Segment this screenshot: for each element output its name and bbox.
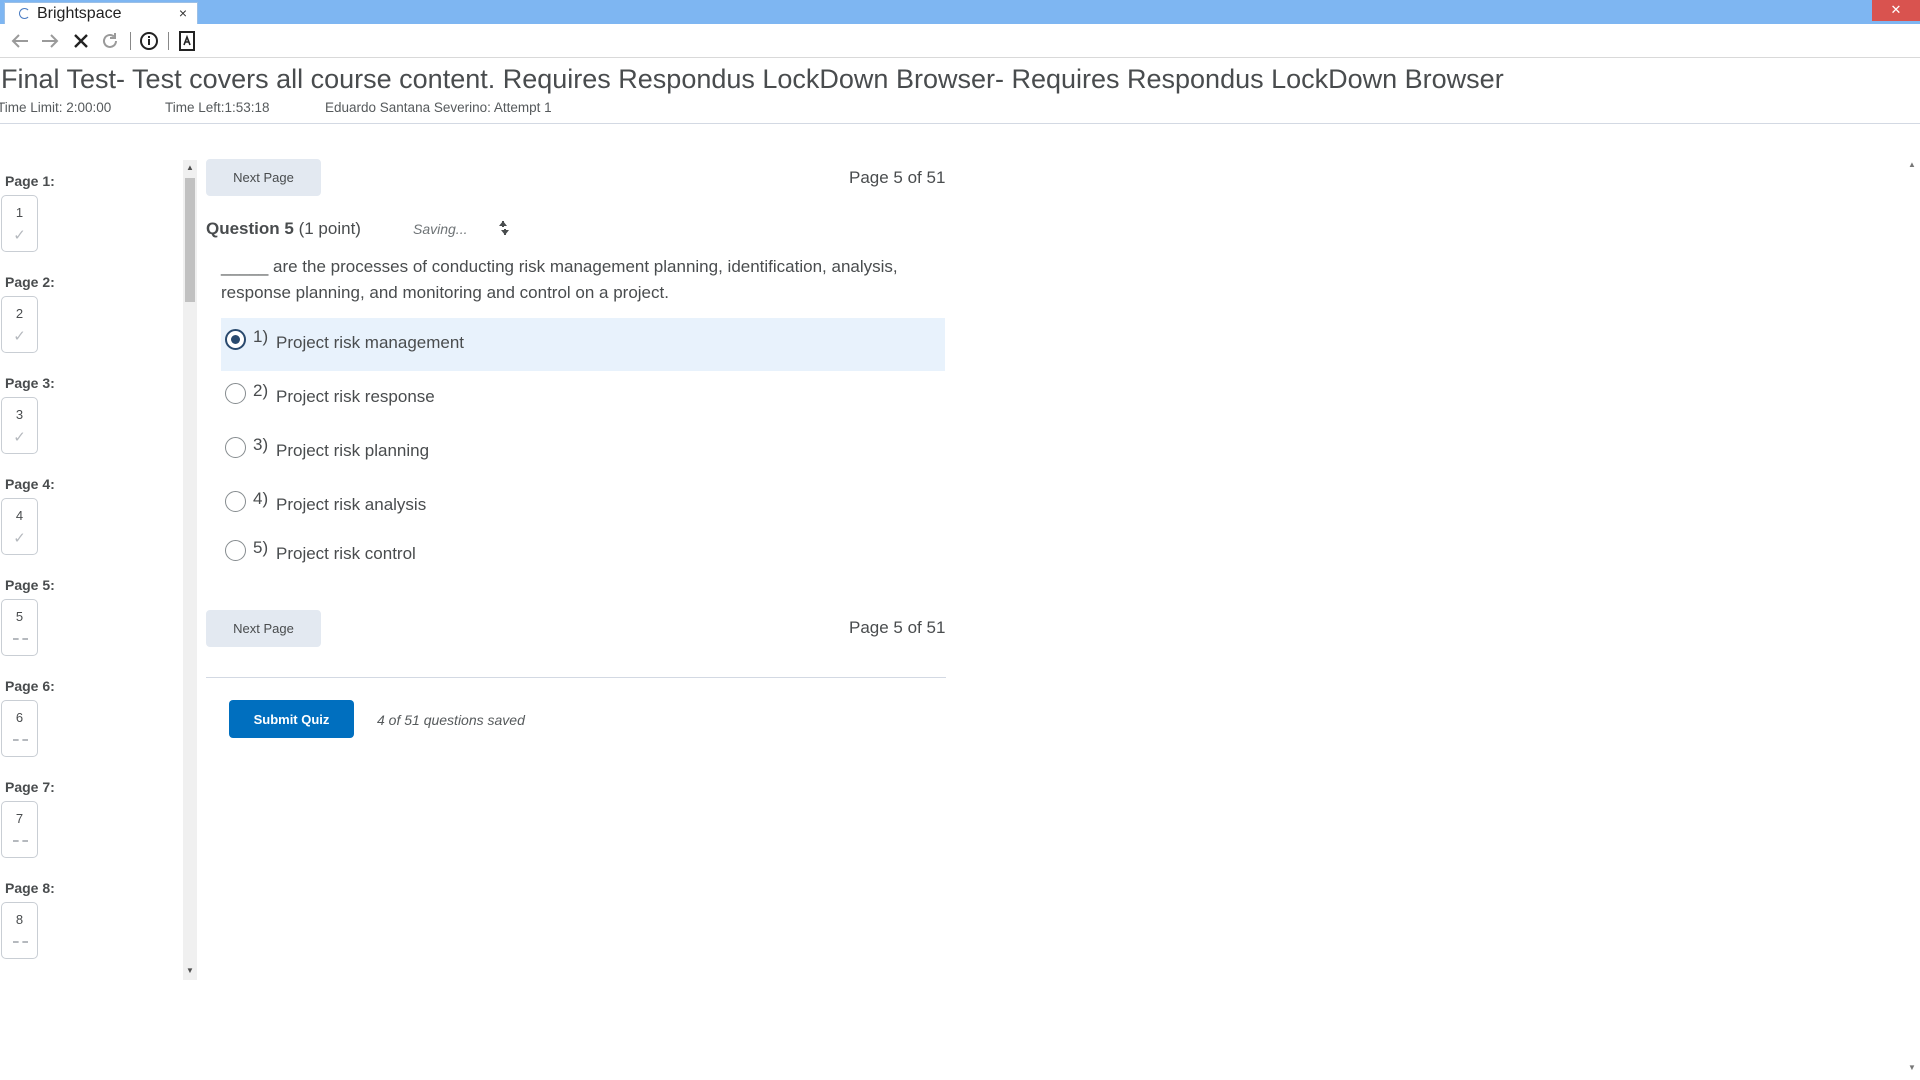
page-nav-scrollbar[interactable]: ▲ ▼ bbox=[183, 160, 197, 980]
browser-title-bar: Brightspace × ✕ bbox=[0, 0, 1920, 24]
scroll-down-icon[interactable]: ▼ bbox=[1908, 1063, 1916, 1072]
radio-button[interactable] bbox=[225, 437, 246, 458]
scroll-up-icon[interactable]: ▲ bbox=[1908, 160, 1916, 169]
page-nav-item-5[interactable]: 5 bbox=[1, 599, 38, 656]
radio-button[interactable] bbox=[225, 383, 246, 404]
page-nav-label: Page 7: bbox=[5, 779, 55, 795]
saving-status: Saving... bbox=[413, 221, 468, 237]
time-limit: Time Limit: 2:00:00 bbox=[0, 100, 112, 115]
sync-arrows-icon bbox=[496, 218, 512, 238]
option-number: 5) bbox=[253, 538, 269, 557]
window-close-button[interactable]: ✕ bbox=[1872, 0, 1920, 21]
browser-toolbar bbox=[0, 24, 1920, 58]
answer-option-2[interactable]: 2) Project risk response bbox=[221, 372, 945, 425]
scroll-up-icon[interactable]: ▲ bbox=[186, 163, 194, 172]
page-nav-number: 6 bbox=[15, 710, 24, 725]
page-nav-label: Page 6: bbox=[5, 678, 55, 694]
page-nav-number: 7 bbox=[15, 811, 24, 826]
next-page-button-bottom[interactable]: Next Page bbox=[206, 610, 321, 647]
page-nav-number: 2 bbox=[15, 306, 24, 321]
option-number: 4) bbox=[253, 489, 269, 508]
page-nav-item-4[interactable]: 4 ✓ bbox=[1, 498, 38, 555]
checkmark-icon: ✓ bbox=[13, 530, 26, 547]
radio-button[interactable] bbox=[225, 329, 246, 350]
option-number: 2) bbox=[253, 381, 269, 400]
answer-option-5[interactable]: 5) Project risk control bbox=[221, 529, 945, 582]
answer-option-3[interactable]: 3) Project risk planning bbox=[221, 426, 945, 479]
page-nav-number: 4 bbox=[15, 508, 24, 523]
scrollbar-thumb[interactable] bbox=[185, 178, 195, 302]
scroll-down-icon[interactable]: ▼ bbox=[186, 966, 194, 975]
page-title: Final Test- Test covers all course conte… bbox=[1, 64, 1504, 94]
checkmark-icon: ✓ bbox=[13, 328, 26, 345]
answer-option-4[interactable]: 4) Project risk analysis bbox=[221, 480, 945, 533]
loading-spinner-icon bbox=[19, 8, 30, 19]
question-label: Question 5 bbox=[206, 219, 294, 238]
option-text: Project risk response bbox=[276, 387, 435, 406]
back-icon[interactable] bbox=[7, 28, 33, 54]
page-indicator-bottom: Page 5 of 51 bbox=[849, 618, 946, 637]
tab-title: Brightspace bbox=[37, 4, 122, 22]
page-nav-label: Page 2: bbox=[5, 274, 55, 290]
page-nav-number: 8 bbox=[15, 912, 24, 927]
info-icon[interactable] bbox=[136, 28, 162, 54]
option-text: Project risk control bbox=[276, 544, 416, 563]
toolbar-separator bbox=[168, 32, 169, 50]
tab-close-icon[interactable]: × bbox=[179, 5, 187, 21]
checkmark-icon: ✓ bbox=[13, 429, 26, 446]
option-number: 3) bbox=[253, 435, 269, 454]
header-divider bbox=[0, 123, 1920, 124]
option-text: Project risk analysis bbox=[276, 495, 427, 514]
answer-option-1[interactable]: 1) Project risk management bbox=[221, 318, 945, 371]
unanswered-dash-icon bbox=[13, 739, 28, 741]
page-nav-label: Page 3: bbox=[5, 375, 55, 391]
question-header: Question 5 (1 point) bbox=[206, 219, 361, 239]
submit-quiz-button[interactable]: Submit Quiz bbox=[229, 700, 354, 738]
stop-icon[interactable] bbox=[68, 28, 94, 54]
page-nav-number: 1 bbox=[15, 205, 24, 220]
unanswered-dash-icon bbox=[13, 638, 28, 640]
page-nav-label: Page 4: bbox=[5, 476, 55, 492]
option-number: 1) bbox=[253, 327, 269, 346]
page-nav-item-6[interactable]: 6 bbox=[1, 700, 38, 757]
page-nav-item-7[interactable]: 7 bbox=[1, 801, 38, 858]
forward-icon[interactable] bbox=[37, 28, 63, 54]
toolbar-separator bbox=[130, 32, 131, 50]
page-nav-label: Page 5: bbox=[5, 577, 55, 593]
page-nav-item-1[interactable]: 1 ✓ bbox=[1, 195, 38, 252]
page-navigation: Page 1: 1 ✓ Page 2: 2 ✓ Page 3: 3 ✓ Page 4: 4 ✓ Page… bbox=[0, 160, 190, 980]
content-divider bbox=[206, 677, 946, 678]
page-document-icon[interactable] bbox=[174, 28, 200, 54]
unanswered-dash-icon bbox=[13, 840, 28, 842]
page-indicator-top: Page 5 of 51 bbox=[849, 168, 946, 187]
questions-saved-status: 4 of 51 questions saved bbox=[377, 712, 525, 728]
option-text: Project risk planning bbox=[276, 441, 430, 460]
radio-button[interactable] bbox=[225, 491, 246, 512]
page-nav-item-3[interactable]: 3 ✓ bbox=[1, 397, 38, 454]
checkmark-icon: ✓ bbox=[13, 227, 26, 244]
reload-icon[interactable] bbox=[97, 28, 123, 54]
page-nav-label: Page 8: bbox=[5, 880, 55, 896]
page-nav-item-2[interactable]: 2 ✓ bbox=[1, 296, 38, 353]
attempt-info: Eduardo Santana Severino: Attempt 1 bbox=[325, 100, 552, 115]
page-nav-item-8[interactable]: 8 bbox=[1, 902, 38, 959]
question-points: (1 point) bbox=[298, 219, 361, 238]
page-nav-label: Page 1: bbox=[5, 173, 55, 189]
page-nav-number: 3 bbox=[15, 407, 24, 422]
radio-button[interactable] bbox=[225, 540, 246, 561]
unanswered-dash-icon bbox=[13, 941, 28, 943]
browser-tab[interactable]: Brightspace × bbox=[4, 2, 198, 24]
page-nav-number: 5 bbox=[15, 609, 24, 624]
time-left: Time Left:1:53:18 bbox=[165, 100, 270, 115]
page-scrollbar[interactable]: ▲ ▼ bbox=[1904, 160, 1920, 1080]
question-text: _____ are the processes of conducting ri… bbox=[221, 257, 898, 302]
option-text: Project risk management bbox=[276, 333, 465, 352]
next-page-button-top[interactable]: Next Page bbox=[206, 159, 321, 196]
